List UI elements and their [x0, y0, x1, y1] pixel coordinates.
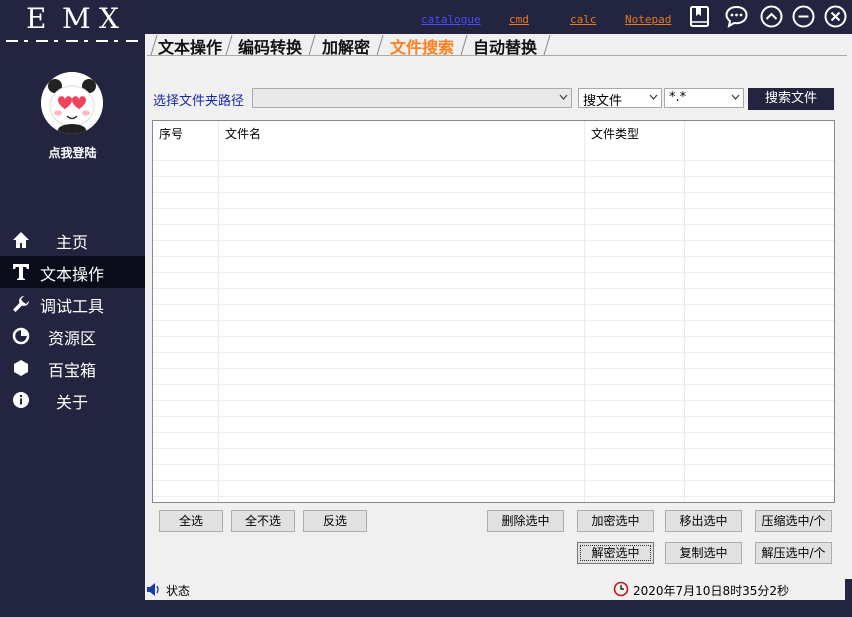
table-row-line: [153, 368, 834, 369]
tab-auto-replace[interactable]: 自动替换: [473, 34, 537, 57]
sidebar-item-text-ops[interactable]: 文本操作: [0, 256, 145, 288]
encrypt-selected-button[interactable]: 加密选中: [577, 510, 654, 532]
column-header-filename[interactable]: 文件名: [219, 121, 585, 147]
chevron-down-icon: [559, 94, 568, 100]
avatar[interactable]: [41, 72, 103, 134]
clock-icon: [613, 581, 629, 597]
table-row-line: [153, 288, 834, 289]
sidebar-item-label: 关于: [56, 393, 89, 412]
hexagon-icon: [14, 360, 28, 376]
window-bottom-border: [0, 600, 852, 617]
table-row-line: [153, 176, 834, 177]
sidebar-item-about[interactable]: 关于: [0, 384, 145, 416]
table-row-line: [153, 480, 834, 481]
logo-letter: E: [26, 2, 49, 35]
folder-path-combobox[interactable]: [252, 88, 572, 108]
maximize-icon[interactable]: [760, 5, 783, 28]
select-none-button[interactable]: 全不选: [231, 510, 295, 532]
table-row-line: [153, 384, 834, 385]
login-link[interactable]: 点我登陆: [0, 144, 145, 161]
decompress-selected-button[interactable]: 解压选中/个: [755, 542, 832, 564]
column-divider: [684, 121, 685, 502]
panda-avatar-icon: [41, 72, 103, 134]
table-row-line: [153, 336, 834, 337]
move-out-selected-button[interactable]: 移出选中: [665, 510, 742, 532]
logo-letter: M: [62, 2, 93, 35]
sidebar-item-label: 百宝箱: [48, 361, 97, 380]
table-row-line: [153, 208, 834, 209]
table-row-line: [153, 496, 834, 497]
close-icon[interactable]: [824, 5, 847, 28]
pie-chart-icon: [12, 327, 30, 345]
copy-selected-button[interactable]: 复制选中: [665, 542, 742, 564]
sidebar: E M X 点我登陆 主页 文本操作 调试工具 资源区 百宝箱 关于: [0, 0, 145, 617]
tab-text-ops[interactable]: 文本操作: [158, 34, 222, 57]
status-bar: 状态 2020年7月10日8时35分2秒: [145, 579, 845, 600]
sidebar-item-label: 调试工具: [40, 297, 105, 316]
link-notepad[interactable]: Notepad: [625, 13, 671, 26]
sidebar-item-label: 资源区: [48, 329, 97, 348]
compress-selected-button[interactable]: 压缩选中/个: [755, 510, 832, 532]
sidebar-item-resources[interactable]: 资源区: [0, 320, 145, 352]
table-row-line: [153, 160, 834, 161]
decrypt-selected-button[interactable]: 解密选中: [577, 542, 654, 564]
tab-baseline: [147, 55, 847, 56]
tab-encoding[interactable]: 编码转换: [238, 34, 302, 57]
table-row-line: [153, 448, 834, 449]
search-mode-select[interactable]: 搜文件: [578, 88, 662, 109]
text-icon: [13, 264, 29, 280]
top-bar: catalogue cmd calc Notepad: [145, 0, 852, 34]
status-label: 状态: [166, 584, 191, 598]
column-header-index[interactable]: 序号: [153, 121, 219, 147]
link-cmd[interactable]: cmd: [509, 13, 529, 26]
minimize-icon[interactable]: [792, 5, 815, 28]
table-row-line: [153, 304, 834, 305]
search-mode-value: 搜文件: [583, 94, 623, 109]
link-calc[interactable]: calc: [570, 13, 597, 26]
delete-selected-button[interactable]: 删除选中: [487, 510, 564, 532]
home-icon: [13, 232, 29, 248]
tab-file-search[interactable]: 文件搜索: [390, 34, 454, 57]
file-filter-select[interactable]: *.*: [664, 88, 744, 108]
sidebar-item-label: 文本操作: [40, 265, 105, 284]
table-row-line: [153, 272, 834, 273]
logo-letter: X: [99, 2, 121, 35]
book-icon[interactable]: [688, 5, 711, 28]
table-row-line: [153, 352, 834, 353]
tab-encrypt-decrypt[interactable]: 加解密: [322, 34, 370, 57]
table-row-line: [153, 256, 834, 257]
folder-path-label: 选择文件夹路径: [153, 94, 245, 109]
table-row-line: [153, 320, 834, 321]
app-logo: E M X: [0, 2, 145, 38]
status-datetime: 2020年7月10日8时35分2秒: [633, 584, 789, 598]
table-row-line: [153, 400, 834, 401]
main-panel: 文本操作 编码转换 加解密 文件搜索 自动替换 选择文件夹路径 搜文件 *.* …: [145, 34, 852, 579]
link-catalogue[interactable]: catalogue: [421, 13, 481, 26]
select-all-button[interactable]: 全选: [159, 510, 223, 532]
chevron-down-icon: [731, 94, 740, 100]
wrench-icon: [13, 296, 29, 312]
table-row-line: [153, 416, 834, 417]
file-results-table[interactable]: 序号 文件名 文件类型: [152, 120, 835, 503]
table-row-line: [153, 464, 834, 465]
column-header-filetype[interactable]: 文件类型: [585, 121, 685, 147]
sidebar-item-home[interactable]: 主页: [0, 224, 145, 256]
info-icon: [13, 392, 29, 408]
table-row-line: [153, 224, 834, 225]
sidebar-item-label: 主页: [56, 233, 89, 252]
logo-divider: [6, 40, 140, 42]
invert-selection-button[interactable]: 反选: [303, 510, 367, 532]
table-row-line: [153, 432, 834, 433]
sidebar-item-toolbox[interactable]: 百宝箱: [0, 352, 145, 384]
search-files-button[interactable]: 搜索文件: [748, 88, 834, 110]
column-divider: [584, 121, 585, 502]
chat-icon[interactable]: [725, 5, 748, 28]
chevron-down-icon: [649, 94, 658, 100]
file-filter-value: *.*: [669, 90, 687, 105]
column-divider: [218, 121, 219, 502]
table-row-line: [153, 192, 834, 193]
sidebar-item-debug-tools[interactable]: 调试工具: [0, 288, 145, 320]
table-row-line: [153, 240, 834, 241]
speaker-icon: [147, 583, 159, 596]
